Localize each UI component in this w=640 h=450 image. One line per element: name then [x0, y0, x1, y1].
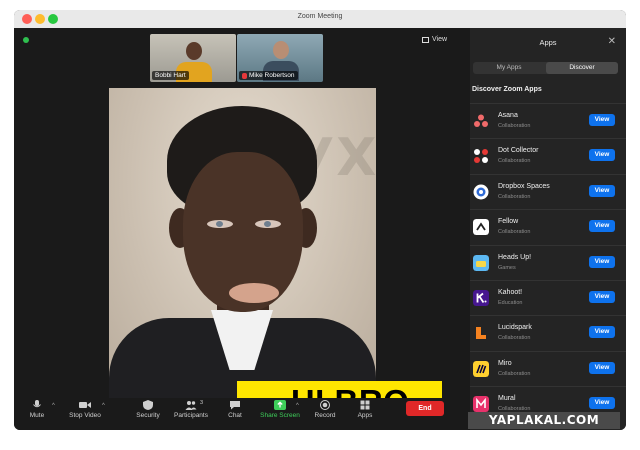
share-options-chevron-up-icon[interactable]: ^ [296, 403, 299, 409]
site-watermark: YAPLAKAL.COM [468, 412, 620, 429]
chat-button[interactable]: Chat [212, 400, 258, 419]
app-category: Collaboration [498, 158, 531, 165]
discover-section-title: Discover Zoom Apps [472, 86, 542, 93]
tab-discover[interactable]: Discover [546, 62, 618, 74]
speaker-lips [229, 283, 279, 303]
meeting-video-area: View Bobbi Hart Mike Robertson ГУХА [14, 28, 470, 422]
participants-count: 3 [200, 400, 204, 406]
app-name: Miro [498, 359, 512, 367]
view-app-button[interactable]: View [589, 184, 615, 197]
tab-my-apps[interactable]: My Apps [473, 62, 545, 74]
participant-name-label: Bobbi Hart [152, 71, 189, 80]
active-speaker-video[interactable]: ГУХА [109, 88, 376, 398]
zoom-window: Zoom Meeting View Bobbi Hart Mike Robert… [14, 10, 626, 430]
chat-bubble-icon [230, 401, 240, 410]
view-app-button[interactable]: View [589, 361, 615, 374]
view-button-label: View [432, 36, 448, 43]
app-name: Heads Up! [498, 253, 532, 261]
dropbox-icon [473, 184, 489, 200]
list-item[interactable]: Lucidspark Collaboration View [470, 315, 626, 350]
apps-button[interactable]: Apps [342, 400, 388, 419]
list-item[interactable]: Dropbox Spaces Collaboration View [470, 173, 626, 209]
app-name: Dot Collector [498, 147, 539, 155]
app-category: Collaboration [498, 335, 531, 342]
list-item[interactable]: Asana Collaboration View [470, 103, 626, 138]
dot-collector-icon [474, 149, 488, 164]
meeting-toolbar: Mute ^ Stop Video ^ Security Participant… [14, 398, 470, 430]
fellow-icon [473, 219, 489, 236]
app-category: Collaboration [498, 370, 531, 377]
grid-view-icon [422, 36, 429, 43]
heads-up-icon [473, 254, 489, 271]
app-category: Education [498, 299, 523, 306]
audio-options-chevron-up-icon[interactable]: ^ [52, 403, 55, 409]
app-category: Collaboration [498, 229, 531, 236]
list-item[interactable]: Kahoot! Education View [470, 279, 626, 315]
view-app-button[interactable]: View [589, 149, 615, 162]
window-title: Zoom Meeting [297, 13, 343, 20]
shield-icon [143, 400, 153, 410]
microphone-icon [33, 400, 41, 408]
encryption-shield-icon[interactable] [23, 37, 29, 43]
app-name: Mural [498, 395, 516, 403]
people-icon [185, 401, 197, 410]
miro-icon [473, 360, 489, 377]
list-item[interactable]: Fellow Collaboration View [470, 209, 626, 244]
end-meeting-button[interactable]: End [406, 401, 444, 416]
apps-panel-title: Apps [539, 38, 557, 47]
app-category: Collaboration [498, 193, 531, 200]
app-name: Asana [498, 112, 518, 119]
participants-button[interactable]: Participants [168, 400, 214, 419]
participant-name-label: Mike Robertson [239, 71, 298, 80]
muted-mic-icon [242, 72, 247, 79]
participant-avatar [186, 42, 202, 60]
view-app-button[interactable]: View [589, 114, 615, 126]
view-app-button[interactable]: View [589, 326, 615, 339]
list-item[interactable]: Heads Up! Games View [470, 244, 626, 280]
apps-grid-icon [360, 400, 370, 410]
mural-icon [473, 396, 489, 413]
view-app-button[interactable]: View [589, 220, 615, 233]
share-screen-icon [274, 400, 286, 410]
app-category: Collaboration [498, 123, 531, 129]
lucidspark-icon [476, 327, 486, 340]
title-bar: Zoom Meeting [14, 10, 626, 28]
video-options-chevron-up-icon[interactable]: ^ [102, 403, 105, 409]
apps-panel: Apps ✕ My Apps Discover Discover Zoom Ap… [470, 28, 626, 430]
list-item[interactable]: Dot Collector Collaboration View [470, 138, 626, 173]
speaker-eye [255, 220, 281, 228]
app-name: Dropbox Spaces [498, 182, 550, 190]
video-camera-icon [79, 402, 91, 408]
participant-tile-bobbi-hart[interactable]: Bobbi Hart [150, 34, 236, 82]
list-item[interactable]: Miro Collaboration View [470, 350, 626, 386]
close-icon[interactable]: ✕ [608, 36, 616, 47]
app-name: Kahoot! [498, 288, 523, 296]
view-app-button[interactable]: View [589, 290, 615, 303]
view-app-button[interactable]: View [589, 255, 615, 268]
participant-avatar [273, 41, 289, 59]
app-list: Asana Collaboration View Dot Collector C… [470, 103, 626, 422]
participant-tile-mike-robertson[interactable]: Mike Robertson [237, 34, 323, 82]
app-category: Games [498, 264, 516, 271]
view-app-button[interactable]: View [589, 397, 615, 410]
app-name: Lucidspark [498, 324, 532, 332]
app-name: Fellow [498, 218, 519, 226]
record-icon [320, 400, 330, 410]
speaker-eye [207, 220, 233, 228]
apps-tab-switcher: My Apps Discover [473, 62, 618, 74]
asana-icon [474, 114, 488, 127]
view-button[interactable]: View [422, 36, 447, 43]
security-button[interactable]: Security [125, 400, 171, 419]
kahoot-icon [473, 289, 489, 306]
